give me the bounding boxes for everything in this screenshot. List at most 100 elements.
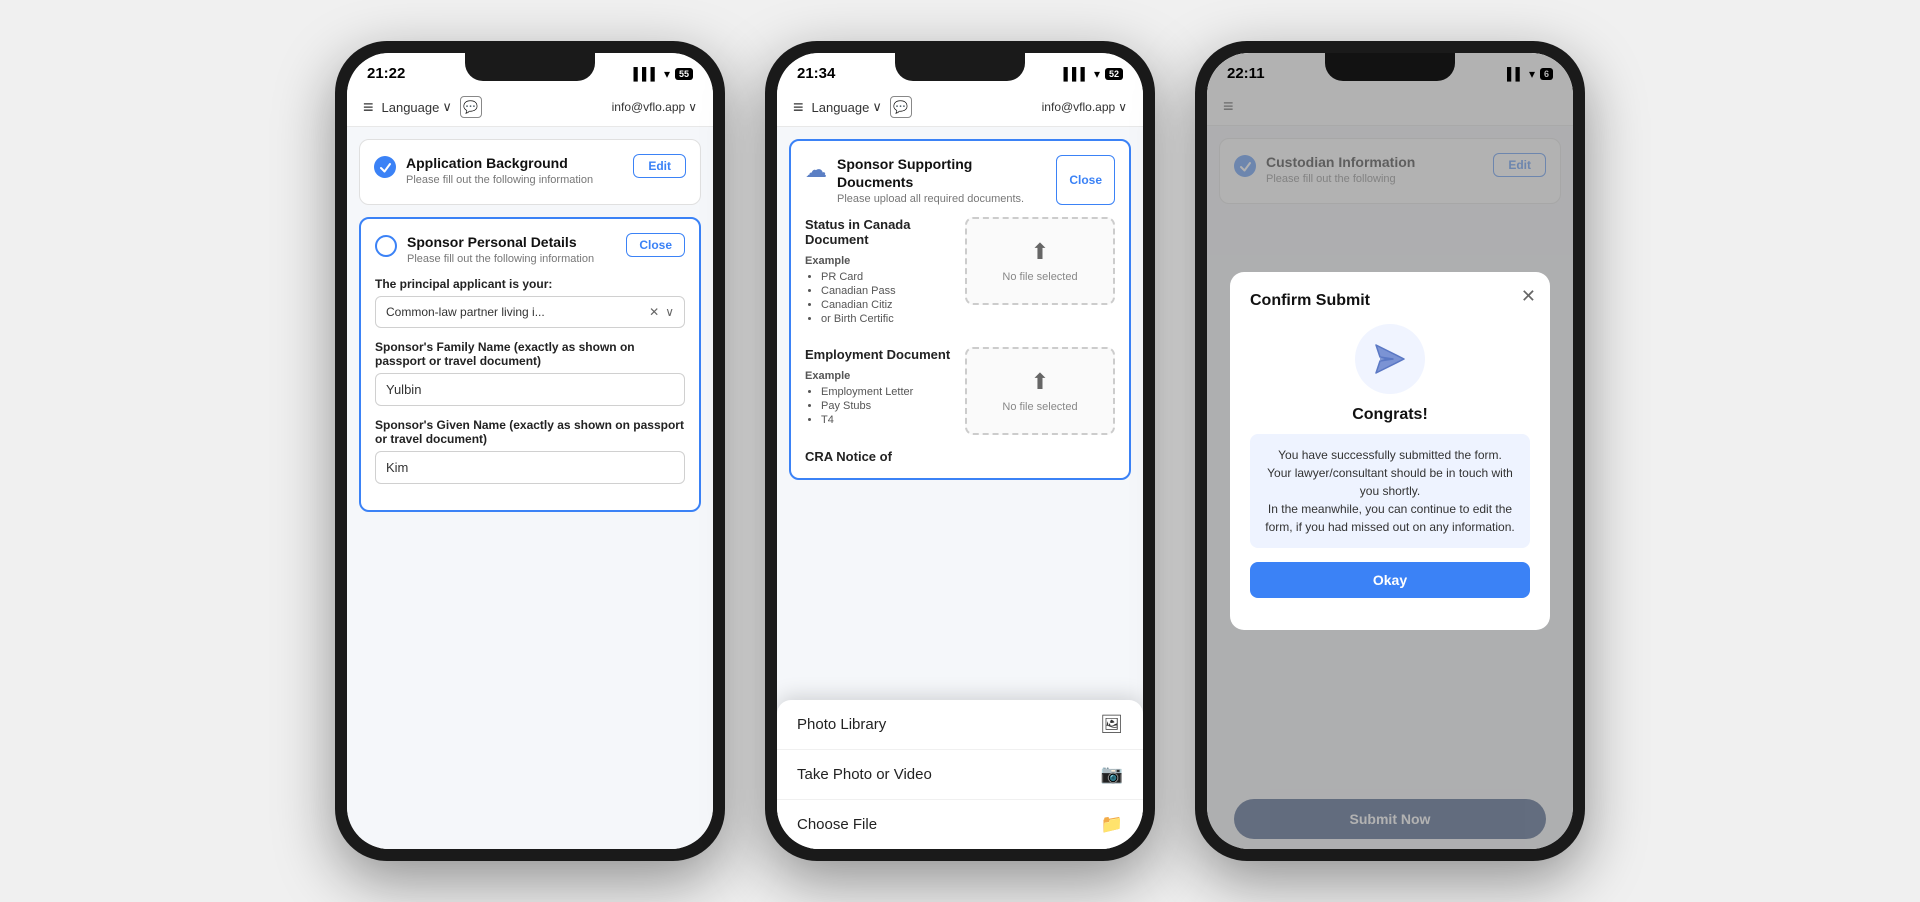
email-btn-2[interactable]: info@vflo.app ∨: [1042, 100, 1127, 114]
list-item: or Birth Certific: [821, 313, 955, 325]
list-item: Canadian Citiz: [821, 299, 955, 311]
wifi-icon-1: ▾: [664, 67, 670, 81]
send-icon-circle: [1355, 324, 1425, 394]
nav-left-1: ≡ Language ∨ 💬: [363, 96, 482, 118]
close-btn-2[interactable]: Close: [1056, 155, 1115, 205]
chat-icon-1[interactable]: 💬: [460, 96, 482, 118]
employment-example-list: Employment Letter Pay Stubs T4: [805, 386, 955, 426]
section-subtitle-sponsor: Please fill out the following informatio…: [407, 253, 594, 265]
upload-cloud-icon-1: ⬆: [1031, 239, 1049, 265]
clear-icon-1[interactable]: ✕: [649, 305, 659, 319]
action-label-take-photo: Take Photo or Video: [797, 766, 932, 783]
edit-btn-1[interactable]: Edit: [633, 154, 686, 178]
chevron-down-icon-email-1: ∨: [688, 100, 697, 114]
docs-subtitle: Please upload all required documents.: [837, 193, 1046, 205]
choose-file-icon: 📁: [1101, 814, 1123, 835]
congrats-text: You have successfully submitted the form…: [1265, 448, 1514, 534]
screen-content-1[interactable]: Application Background Please fill out t…: [347, 127, 713, 849]
docs-title: Sponsor Supporting Doucments: [837, 155, 1046, 191]
congrats-text-box: You have successfully submitted the form…: [1250, 434, 1530, 548]
chevron-down-icon-1: ∨: [442, 99, 452, 115]
nav-bar-1: ≡ Language ∨ 💬 info@vflo.app ∨: [347, 88, 713, 127]
principal-applicant-group: The principal applicant is your: Common-…: [375, 277, 685, 328]
given-name-group: Sponsor's Given Name (exactly as shown o…: [375, 418, 685, 484]
select-value-1: Common-law partner living i...: [386, 305, 649, 319]
cra-title: CRA Notice of: [805, 449, 1115, 464]
upload-text-1: No file selected: [1002, 271, 1077, 283]
list-item: T4: [821, 414, 955, 426]
employment-upload[interactable]: ⬆ No file selected: [965, 347, 1115, 435]
section-title-sponsor: Sponsor Personal Details: [407, 233, 594, 251]
upload-cloud-icon-2: ⬆: [1031, 369, 1049, 395]
given-name-input[interactable]: [375, 451, 685, 484]
action-sheet: Photo Library 🖼 Take Photo or Video 📷 Ch…: [777, 700, 1143, 849]
check-circle-1: [374, 156, 396, 178]
phone-notch-2: [895, 53, 1025, 81]
phone-2: 21:34 ▌▌▌ ▾ 52 ≡ Language ∨ 💬 info@vflo.…: [765, 41, 1155, 861]
list-item: Employment Letter: [821, 386, 955, 398]
employment-upload-area[interactable]: ⬆ No file selected: [965, 347, 1115, 435]
principal-applicant-label: The principal applicant is your:: [375, 277, 685, 291]
chat-icon-2[interactable]: 💬: [890, 96, 912, 118]
section-header-sponsor: Sponsor Personal Details Please fill out…: [375, 233, 685, 265]
empty-circle-1: [375, 235, 397, 257]
nav-bar-2: ≡ Language ∨ 💬 info@vflo.app ∨: [777, 88, 1143, 127]
modal-close-btn[interactable]: ✕: [1521, 286, 1536, 307]
list-item: Pay Stubs: [821, 400, 955, 412]
phone-notch-1: [465, 53, 595, 81]
action-label-photo-library: Photo Library: [797, 716, 886, 733]
action-choose-file[interactable]: Choose File 📁: [777, 800, 1143, 849]
congrats-title: Congrats!: [1250, 406, 1530, 424]
list-item: PR Card: [821, 271, 955, 283]
principal-applicant-select[interactable]: Common-law partner living i... ✕ ∨: [375, 296, 685, 328]
signal-icon-1: ▌▌▌: [633, 67, 659, 81]
select-icons-1: ✕ ∨: [649, 305, 674, 319]
close-btn-1[interactable]: Close: [626, 233, 685, 257]
section-header-left-app-bg: Application Background Please fill out t…: [374, 154, 593, 186]
confirm-submit-modal: Confirm Submit ✕ Congrats! You have succ…: [1230, 272, 1550, 630]
battery-1: 55: [675, 68, 693, 80]
family-name-label: Sponsor's Family Name (exactly as shown …: [375, 340, 685, 368]
okay-btn[interactable]: Okay: [1250, 562, 1530, 598]
chevron-down-icon-2: ∨: [872, 99, 882, 115]
status-canada-upload[interactable]: ⬆ No file selected: [965, 217, 1115, 333]
status-example-list: PR Card Canadian Pass Canadian Citiz or …: [805, 271, 955, 325]
hamburger-icon-1[interactable]: ≡: [363, 97, 374, 118]
status-canada-left: Status in Canada Document Example PR Car…: [805, 217, 955, 333]
employment-title: Employment Document: [805, 347, 955, 362]
nav-left-2: ≡ Language ∨ 💬: [793, 96, 912, 118]
status-canada-title: Status in Canada Document: [805, 217, 955, 247]
status-icons-1: ▌▌▌ ▾ 55: [633, 67, 693, 81]
language-btn-1[interactable]: Language ∨: [382, 99, 452, 115]
screen-content-2[interactable]: ☁ Sponsor Supporting Doucments Please up…: [777, 127, 1143, 849]
take-photo-icon: 📷: [1101, 764, 1123, 785]
section-header-left-sponsor: Sponsor Personal Details Please fill out…: [375, 233, 594, 265]
modal-icon-area: [1250, 324, 1530, 394]
docs-title-area: Sponsor Supporting Doucments Please uplo…: [837, 155, 1046, 205]
section-header-app-bg: Application Background Please fill out t…: [374, 154, 686, 186]
action-photo-library[interactable]: Photo Library 🖼: [777, 700, 1143, 750]
given-name-label: Sponsor's Given Name (exactly as shown o…: [375, 418, 685, 446]
hamburger-icon-2[interactable]: ≡: [793, 97, 804, 118]
application-background-card: Application Background Please fill out t…: [359, 139, 701, 205]
battery-2: 52: [1105, 68, 1123, 80]
chevron-down-icon-select: ∨: [665, 305, 674, 319]
status-icons-2: ▌▌▌ ▾ 52: [1063, 67, 1123, 81]
photo-library-icon: 🖼: [1100, 714, 1123, 735]
section-title-app-bg: Application Background: [406, 154, 593, 172]
status-time-1: 21:22: [367, 65, 405, 82]
employment-left: Employment Document Example Employment L…: [805, 347, 955, 435]
employment-example-label: Example: [805, 370, 955, 382]
email-btn-1[interactable]: info@vflo.app ∨: [612, 100, 697, 114]
status-upload-area[interactable]: ⬆ No file selected: [965, 217, 1115, 305]
language-btn-2[interactable]: Language ∨: [812, 99, 882, 115]
section-subtitle-app-bg: Please fill out the following informatio…: [406, 174, 593, 186]
action-take-photo[interactable]: Take Photo or Video 📷: [777, 750, 1143, 800]
action-label-choose-file: Choose File: [797, 816, 877, 833]
family-name-input[interactable]: [375, 373, 685, 406]
upload-text-2: No file selected: [1002, 401, 1077, 413]
sponsor-docs-card: ☁ Sponsor Supporting Doucments Please up…: [789, 139, 1131, 480]
list-item: Canadian Pass: [821, 285, 955, 297]
cloud-upload-icon: ☁: [805, 157, 827, 205]
sponsor-personal-card: Sponsor Personal Details Please fill out…: [359, 217, 701, 512]
